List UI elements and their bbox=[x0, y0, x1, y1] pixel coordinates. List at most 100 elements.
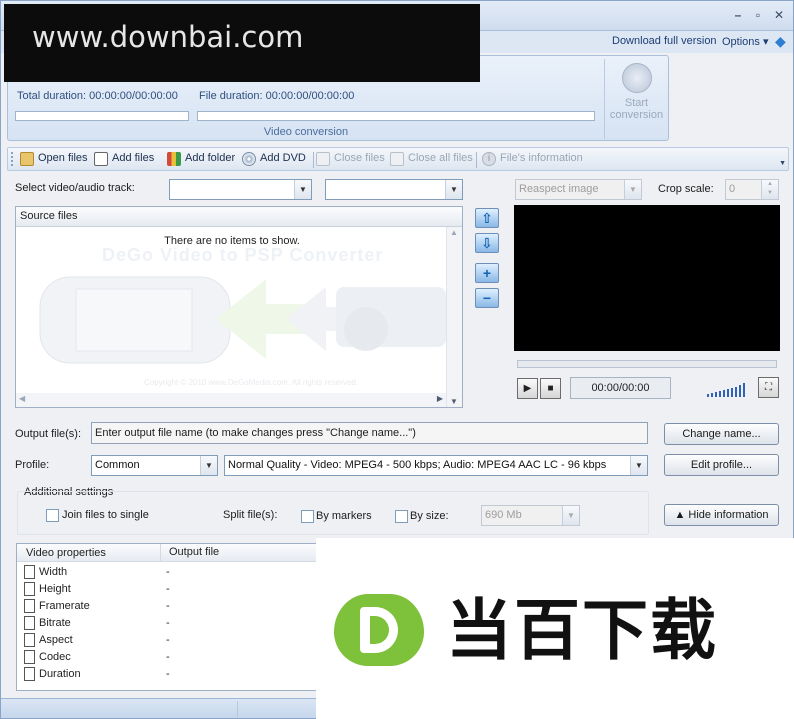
document-icon bbox=[24, 650, 35, 664]
change-name-button[interactable]: Change name... bbox=[664, 423, 779, 445]
seek-bar[interactable] bbox=[517, 360, 777, 368]
property-name: Bitrate bbox=[39, 617, 71, 629]
toolbar-overflow-icon[interactable]: ▼ bbox=[779, 160, 786, 167]
site-logo: 当百下载 bbox=[316, 538, 794, 719]
copyright-text: Copyright © 2010 www.DeGoMedia.com. All … bbox=[144, 378, 358, 387]
remove-item-button[interactable]: − bbox=[475, 288, 499, 308]
document-icon bbox=[24, 616, 35, 630]
profile-label: Profile: bbox=[15, 459, 50, 471]
document-icon bbox=[24, 633, 35, 647]
video-track-select[interactable]: ▼ bbox=[169, 179, 312, 200]
total-duration-label: Total duration: 00:00:00/00:00:00 bbox=[17, 90, 178, 102]
file-information-button[interactable]: i File's information bbox=[482, 152, 583, 168]
move-up-icon: ⇧ bbox=[481, 210, 493, 226]
by-markers-checkbox[interactable] bbox=[301, 510, 314, 523]
fullscreen-button[interactable]: ⛶ bbox=[758, 377, 779, 398]
toolbar-grip[interactable] bbox=[11, 152, 13, 168]
help-diamond-icon[interactable]: ◆ bbox=[775, 33, 786, 50]
property-value: - bbox=[166, 566, 170, 578]
open-files-button[interactable]: Open files bbox=[20, 152, 88, 168]
property-value: - bbox=[166, 583, 170, 595]
chevron-down-icon: ▼ bbox=[294, 180, 311, 199]
profile-category-select[interactable]: Common ▼ bbox=[91, 455, 218, 476]
scroll-left-icon[interactable]: ◀ bbox=[19, 394, 25, 403]
dvd-icon bbox=[242, 152, 256, 166]
scroll-right-icon[interactable]: ▶ bbox=[437, 394, 443, 403]
property-row[interactable]: Height - bbox=[17, 581, 317, 598]
horizontal-scrollbar[interactable]: ◀ ▶ bbox=[16, 393, 446, 407]
minimize-icon[interactable]: – bbox=[729, 7, 747, 23]
profile-preset-select[interactable]: Normal Quality - Video: MPEG4 - 500 kbps… bbox=[224, 455, 648, 476]
add-folder-button[interactable]: Add folder bbox=[167, 152, 235, 168]
move-down-button[interactable]: ⇩ bbox=[475, 233, 499, 253]
move-down-icon: ⇩ bbox=[481, 235, 493, 251]
by-size-checkbox[interactable] bbox=[395, 510, 408, 523]
crop-scale-spinner[interactable]: 0 ▲ ▼ bbox=[725, 179, 779, 200]
output-file-field[interactable]: Enter output file name (to make changes … bbox=[91, 422, 648, 444]
reaspect-image-select[interactable]: Reaspect image ▼ bbox=[515, 179, 642, 200]
close-all-files-button[interactable]: Close all files bbox=[390, 152, 473, 168]
property-value: - bbox=[166, 651, 170, 663]
property-name: Width bbox=[39, 566, 68, 578]
start-conversion-button[interactable]: Start conversion bbox=[604, 59, 668, 139]
split-size-select[interactable]: 690 Mb ▼ bbox=[481, 505, 580, 526]
play-button[interactable]: ▶ bbox=[517, 378, 538, 399]
video-properties-column[interactable]: Video properties bbox=[26, 547, 106, 559]
d-logo-icon bbox=[334, 594, 424, 666]
profile-category-value: Common bbox=[95, 459, 140, 471]
toolbar-separator bbox=[476, 152, 477, 168]
chevron-down-icon: ▼ bbox=[630, 456, 647, 475]
property-name: Framerate bbox=[39, 600, 90, 612]
join-files-checkbox[interactable] bbox=[46, 509, 59, 522]
watermark-banner: www.downbai.com bbox=[4, 4, 480, 82]
property-value: - bbox=[166, 668, 170, 680]
crop-scale-label: Crop scale: bbox=[658, 183, 714, 195]
move-up-button[interactable]: ⇧ bbox=[475, 208, 499, 228]
source-files-list[interactable]: Source files DeGo Video to PSP Converter… bbox=[15, 206, 463, 408]
stop-button[interactable]: ■ bbox=[540, 378, 561, 399]
chevron-down-icon: ▼ bbox=[445, 180, 462, 199]
property-row[interactable]: Bitrate - bbox=[17, 615, 317, 632]
close-file-icon bbox=[316, 152, 330, 166]
add-files-label: Add files bbox=[112, 152, 155, 164]
download-full-version-link[interactable]: Download full version bbox=[612, 35, 717, 47]
spinner-arrows-icon: ▲ ▼ bbox=[761, 180, 778, 199]
close-icon[interactable]: ✕ bbox=[770, 7, 788, 23]
property-row[interactable]: Duration - bbox=[17, 666, 317, 683]
options-menu[interactable]: Options ▾ bbox=[722, 35, 769, 48]
property-row[interactable]: Codec - bbox=[17, 649, 317, 666]
open-folder-icon bbox=[20, 152, 34, 166]
stop-icon: ■ bbox=[547, 383, 554, 394]
output-file-column[interactable]: Output file bbox=[160, 544, 219, 561]
output-files-label: Output file(s): bbox=[15, 428, 82, 440]
audio-track-select[interactable]: ▼ bbox=[325, 179, 463, 200]
open-files-label: Open files bbox=[38, 152, 88, 164]
add-files-button[interactable]: Add files bbox=[94, 152, 154, 168]
property-row[interactable]: Framerate - bbox=[17, 598, 317, 615]
toolbar-separator bbox=[313, 152, 314, 168]
property-row[interactable]: Width - bbox=[17, 564, 317, 581]
scroll-up-icon[interactable]: ▲ bbox=[450, 228, 458, 237]
add-item-button[interactable]: + bbox=[475, 263, 499, 283]
scroll-down-icon[interactable]: ▼ bbox=[450, 397, 458, 406]
minus-icon: − bbox=[482, 290, 492, 306]
file-progress-bar bbox=[197, 111, 595, 121]
close-files-button[interactable]: Close files bbox=[316, 152, 385, 168]
by-size-label: By size: bbox=[410, 510, 449, 522]
video-conversion-caption: Video conversion bbox=[263, 126, 349, 138]
file-duration-label: File duration: 00:00:00/00:00:00 bbox=[199, 90, 355, 102]
property-row[interactable]: Aspect - bbox=[17, 632, 317, 649]
add-dvd-button[interactable]: Add DVD bbox=[242, 152, 306, 168]
edit-profile-button[interactable]: Edit profile... bbox=[664, 454, 779, 476]
split-files-label: Split file(s): bbox=[223, 509, 278, 521]
volume-meter[interactable] bbox=[707, 381, 749, 397]
by-markers-label: By markers bbox=[316, 510, 372, 522]
hide-information-button[interactable]: ▲ Hide information bbox=[664, 504, 779, 526]
crop-scale-value: 0 bbox=[729, 183, 736, 195]
app-window: – ▫ ✕ www.downbai.com Download full vers… bbox=[0, 0, 794, 719]
close-all-icon bbox=[390, 152, 404, 166]
maximize-icon[interactable]: ▫ bbox=[749, 7, 767, 23]
property-name: Duration bbox=[39, 668, 81, 680]
vertical-scrollbar[interactable]: ▲ ▼ bbox=[446, 227, 462, 407]
properties-header: Video properties Output file bbox=[17, 544, 318, 562]
